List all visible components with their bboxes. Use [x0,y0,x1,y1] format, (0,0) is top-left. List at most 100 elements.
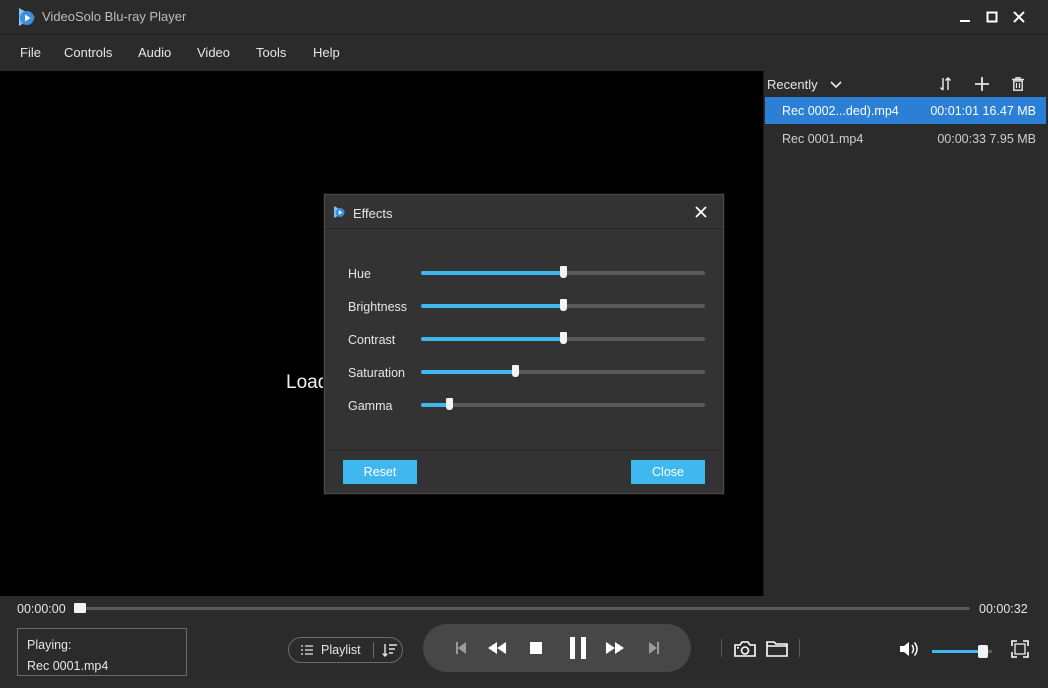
playlist-button-label: Playlist [321,643,361,657]
seek-bar[interactable] [74,607,970,610]
next-button[interactable] [642,636,666,660]
gamma-slider[interactable] [421,398,705,410]
chevron-down-icon [830,80,842,88]
delete-button[interactable] [1009,75,1027,93]
pause-icon [570,637,586,659]
snapshot-button[interactable] [733,638,757,660]
menu-controls[interactable]: Controls [64,45,112,60]
slider-fill [421,337,563,341]
playlist-toggle-button[interactable]: Playlist [288,637,403,663]
playlist-item[interactable]: Rec 0001.mp4 00:00:33 7.95 MB [765,125,1046,152]
reset-button[interactable]: Reset [343,460,417,484]
effects-dialog: Effects Hue Brightness Contrast Saturati… [324,194,724,494]
add-file-button[interactable] [973,75,991,93]
slider-fill [421,403,449,407]
dialog-title: Effects [353,206,393,221]
playlist-item-name: Rec 0001.mp4 [782,132,864,146]
menu-file[interactable]: File [20,45,41,60]
control-bar: 00:00:00 00:00:32 Playing: Rec 0001.mp4 … [0,596,1048,688]
close-icon [1013,11,1025,23]
now-playing-label: Playing: [27,638,72,652]
playlist-item-meta: 00:01:01 16.47 MB [930,104,1036,118]
app-logo-icon [19,8,35,26]
add-icon [975,77,989,91]
fullscreen-icon [1011,640,1029,658]
maximize-icon [986,11,998,23]
volume-thumb[interactable] [978,645,988,658]
playlist-panel: Recently Rec 0002...ded).mp4 00:01:01 16… [763,71,1048,596]
slider-thumb[interactable] [560,299,567,311]
app-logo-icon [334,206,345,218]
stop-icon [530,642,542,654]
camera-icon [734,641,756,657]
slider-thumb[interactable] [560,266,567,278]
now-playing-file: Rec 0001.mp4 [27,659,109,673]
rewind-button[interactable] [485,636,509,660]
gamma-label: Gamma [348,399,393,413]
close-button[interactable]: Close [631,460,705,484]
saturation-slider[interactable] [421,365,705,377]
slider-fill [421,271,563,275]
slider-thumb[interactable] [560,332,567,344]
skip-previous-icon [456,642,466,654]
pause-button[interactable] [566,636,590,660]
playlist-item-name: Rec 0002...ded).mp4 [782,104,899,118]
sort-dropdown[interactable]: Recently [767,77,842,92]
contrast-slider[interactable] [421,332,705,344]
loading-text: Load [286,372,329,393]
fullscreen-button[interactable] [1008,638,1032,660]
seek-thumb[interactable] [74,603,86,613]
slider-thumb[interactable] [446,398,453,410]
hue-label: Hue [348,267,371,281]
current-time: 00:00:00 [17,602,66,616]
close-icon [695,206,707,218]
menu-tools[interactable]: Tools [256,45,286,60]
trash-icon [1012,77,1024,91]
title-bar: VideoSolo Blu-ray Player [0,0,1048,34]
menu-bar: File Controls Audio Video Tools Help [0,34,1048,71]
playlist-order-icon[interactable] [381,643,398,657]
rewind-icon [488,642,506,654]
dialog-close-button[interactable] [691,202,711,222]
brightness-label: Brightness [348,300,408,314]
stop-button[interactable] [524,636,548,660]
divider [799,639,800,657]
menu-help[interactable]: Help [313,45,340,60]
sort-label: Recently [767,77,818,92]
minimize-icon [960,20,970,22]
divider [372,642,374,658]
app-title: VideoSolo Blu-ray Player [42,9,187,24]
open-folder-button[interactable] [765,638,789,660]
divider [325,450,723,451]
saturation-label: Saturation [348,366,405,380]
playlist-item[interactable]: Rec 0002...ded).mp4 00:01:01 16.47 MB [765,97,1046,124]
slider-fill [421,304,563,308]
hue-slider[interactable] [421,266,705,278]
close-window-button[interactable] [1008,7,1030,27]
contrast-label: Contrast [348,333,396,347]
playlist-header: Recently [764,71,1048,97]
menu-video[interactable]: Video [197,45,230,60]
volume-level [932,650,983,653]
transport-controls [423,624,691,672]
total-time: 00:00:32 [979,602,1028,616]
menu-audio[interactable]: Audio [138,45,171,60]
sort-order-button[interactable] [937,75,955,93]
minimize-button[interactable] [954,7,976,27]
now-playing-box: Playing: Rec 0001.mp4 [17,628,187,676]
maximize-button[interactable] [981,7,1003,27]
fast-forward-icon [606,642,624,654]
fast-forward-button[interactable] [603,636,627,660]
previous-button[interactable] [449,636,473,660]
divider [721,639,722,657]
brightness-slider[interactable] [421,299,705,311]
list-icon [301,645,313,655]
folder-icon [766,641,788,657]
slider-fill [421,370,515,374]
slider-thumb[interactable] [512,365,519,377]
volume-button[interactable] [898,638,922,660]
sort-icon [939,77,952,91]
dialog-header: Effects [325,195,723,229]
volume-icon [900,642,918,656]
playlist-item-meta: 00:00:33 7.95 MB [937,132,1036,146]
